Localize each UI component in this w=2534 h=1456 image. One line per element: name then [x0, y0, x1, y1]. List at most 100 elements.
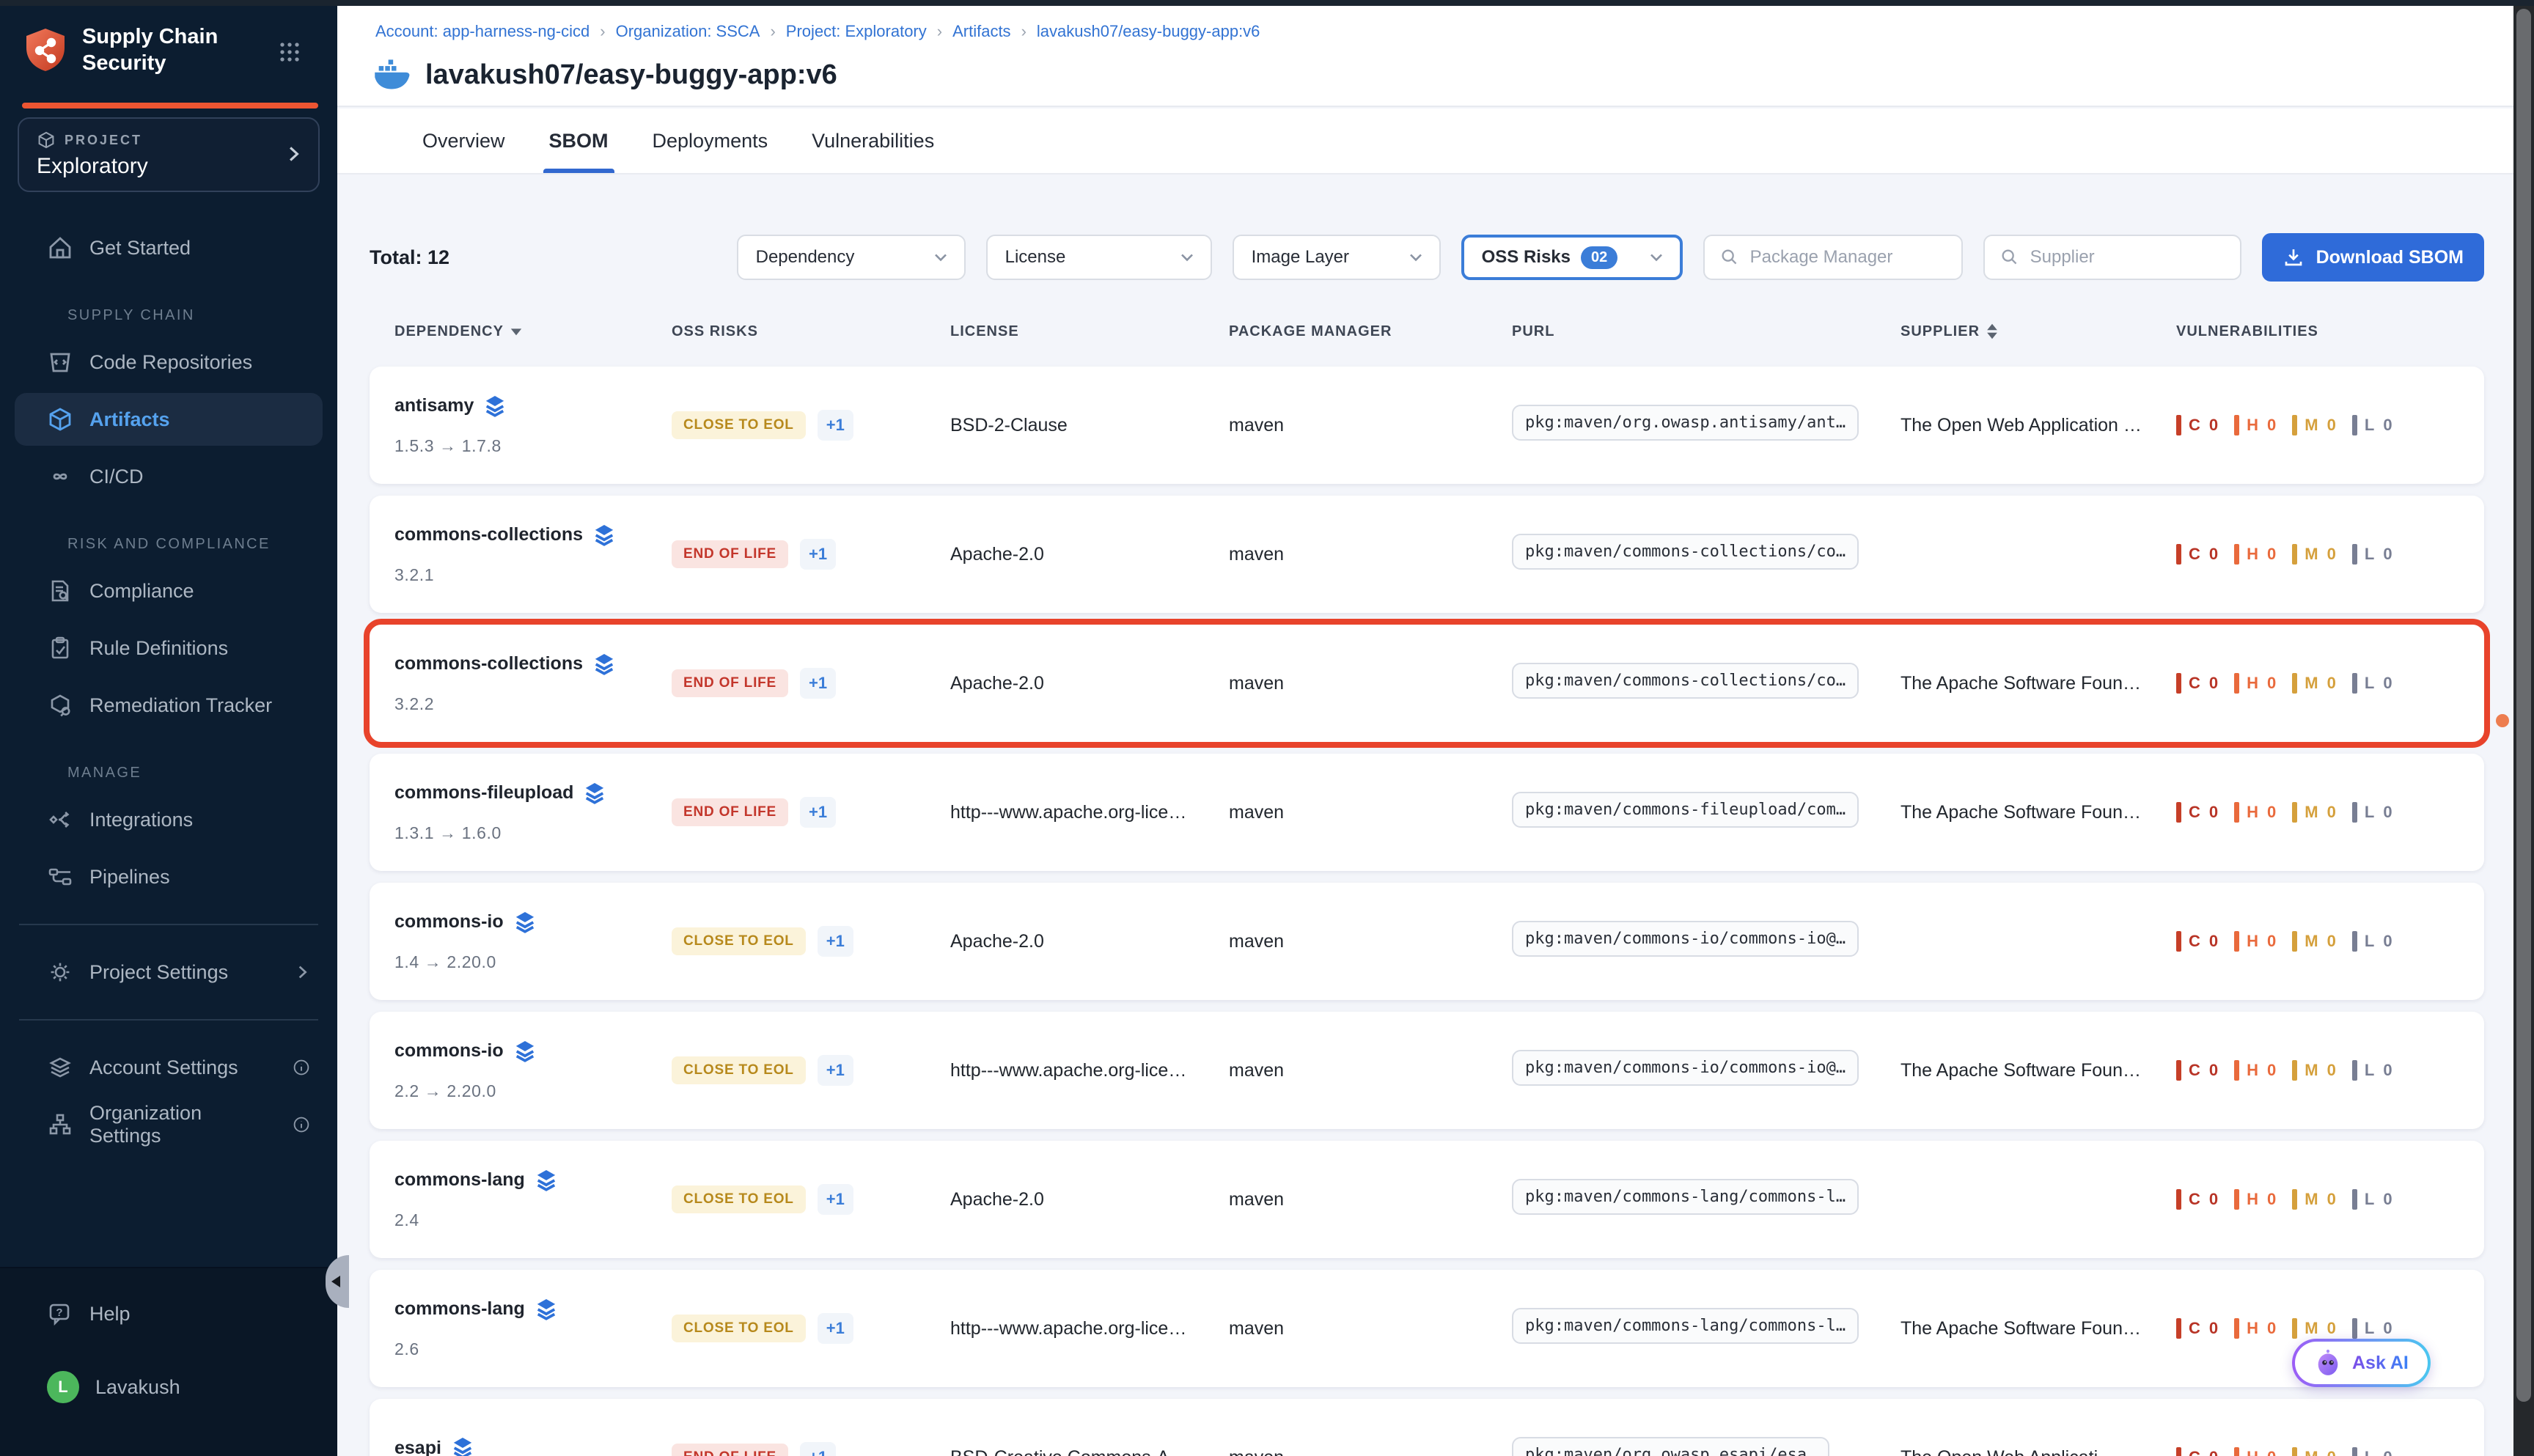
- risk-badge[interactable]: END OF LIFE: [672, 669, 788, 697]
- breadcrumb-artifacts[interactable]: Artifacts: [952, 22, 1010, 41]
- risk-more-chip[interactable]: +1: [800, 539, 836, 570]
- supplier-search[interactable]: [1983, 235, 2241, 280]
- ask-ai-button[interactable]: Ask AI: [2292, 1339, 2431, 1387]
- risk-badge[interactable]: CLOSE TO EOL: [672, 927, 806, 955]
- risk-badge[interactable]: CLOSE TO EOL: [672, 1185, 806, 1213]
- user-menu[interactable]: L Lavakush: [15, 1361, 323, 1413]
- breadcrumb-project[interactable]: Project: Exploratory: [786, 22, 927, 41]
- risk-badge[interactable]: CLOSE TO EOL: [672, 1315, 806, 1342]
- sidebar-item-label: Help: [89, 1303, 131, 1326]
- risk-more-chip[interactable]: +1: [818, 1313, 853, 1344]
- purl-value[interactable]: pkg:maven/commons-collections/co…: [1512, 663, 1859, 699]
- layers-stack-icon: [584, 782, 606, 804]
- table-row[interactable]: commons-fileupload 1.3.1 → 1.6.0 END OF …: [370, 754, 2484, 871]
- purl-value[interactable]: pkg:maven/commons-fileupload/com…: [1512, 792, 1859, 828]
- risk-more-chip[interactable]: +1: [818, 410, 853, 441]
- select-value: License: [1005, 247, 1066, 268]
- column-header-license[interactable]: LICENSE: [950, 323, 1229, 340]
- table-row[interactable]: commons-lang 2.4 CLOSE TO EOL +1 Apache: [370, 1141, 2484, 1258]
- download-sbom-button[interactable]: Download SBOM: [2262, 233, 2484, 282]
- sidebar-item-remediation-tracker[interactable]: Remediation Tracker: [15, 679, 323, 732]
- sidebar-item-project-settings[interactable]: Project Settings: [15, 946, 323, 999]
- sidebar-item-account-settings[interactable]: Account Settings: [15, 1041, 323, 1094]
- table-row[interactable]: commons-lang 2.6 CLOSE TO EOL +1 http--: [370, 1270, 2484, 1387]
- sidebar-item-pipelines[interactable]: Pipelines: [15, 850, 323, 903]
- annotation-dot: [2496, 714, 2509, 727]
- sidebar-item-code-repositories[interactable]: Code Repositories: [15, 336, 323, 389]
- sidebar-item-compliance[interactable]: Compliance: [15, 565, 323, 617]
- scrollbar-thumb[interactable]: [2516, 9, 2531, 1402]
- low-count: L0: [2352, 1447, 2394, 1456]
- project-selector[interactable]: PROJECT Exploratory: [18, 117, 320, 192]
- sidebar-item-get-started[interactable]: Get Started: [15, 221, 323, 274]
- tab-vulnerabilities[interactable]: Vulnerabilities: [812, 109, 934, 173]
- risk-badge[interactable]: END OF LIFE: [672, 540, 788, 568]
- purl-value[interactable]: pkg:maven/commons-io/commons-io@…: [1512, 1050, 1859, 1086]
- scrollbar-track[interactable]: [2513, 0, 2534, 1456]
- breadcrumb-account[interactable]: Account: app-harness-ng-cicd: [375, 22, 590, 41]
- package-manager-search-input[interactable]: [1750, 247, 1947, 268]
- table-row[interactable]: esapi END OF LIFE +1 BSD-Creative Comm: [370, 1399, 2484, 1456]
- critical-count: C0: [2176, 802, 2219, 823]
- dependency-cell: esapi: [394, 1437, 672, 1456]
- dependency-cell: commons-io 1.4 → 2.20.0: [394, 911, 672, 972]
- high-count: H0: [2234, 802, 2277, 823]
- table-row[interactable]: antisamy 1.5.3 → 1.7.8 CLOSE TO EOL +1: [370, 367, 2484, 484]
- app-logo[interactable]: Supply Chain Security: [23, 23, 218, 76]
- risk-badge[interactable]: CLOSE TO EOL: [672, 411, 806, 439]
- table-row[interactable]: commons-io 2.2 → 2.20.0 CLOSE TO EOL +1: [370, 1012, 2484, 1129]
- column-header-vulnerabilities[interactable]: VULNERABILITIES: [2176, 323, 2461, 340]
- apps-grid-icon[interactable]: [279, 41, 301, 63]
- sidebar-item-cicd[interactable]: CI/CD: [15, 450, 323, 503]
- purl-value[interactable]: pkg:maven/commons-collections/co…: [1512, 534, 1859, 570]
- dependency-filter-select[interactable]: Dependency: [737, 235, 966, 280]
- breadcrumb: Account: app-harness-ng-cicd› Organizati…: [375, 22, 1260, 41]
- risk-more-chip[interactable]: +1: [818, 926, 853, 957]
- breadcrumb-artifact-name[interactable]: lavakush07/easy-buggy-app:v6: [1037, 22, 1260, 41]
- column-header-purl[interactable]: PURL: [1512, 323, 1900, 340]
- supplier-search-input[interactable]: [2030, 247, 2225, 268]
- package-manager-search[interactable]: [1703, 235, 1963, 280]
- table-row[interactable]: commons-collections 3.2.1 END OF LIFE +1: [370, 496, 2484, 613]
- tab-deployments[interactable]: Deployments: [653, 109, 768, 173]
- risk-more-chip[interactable]: +1: [818, 1184, 853, 1215]
- risk-badge[interactable]: END OF LIFE: [672, 798, 788, 826]
- risk-badge[interactable]: END OF LIFE: [672, 1444, 788, 1456]
- column-header-supplier[interactable]: SUPPLIER: [1900, 323, 2176, 340]
- risk-badge[interactable]: CLOSE TO EOL: [672, 1056, 806, 1084]
- purl-value[interactable]: pkg:maven/org.owasp.antisamy/ant…: [1512, 405, 1859, 441]
- sidebar-item-help[interactable]: ? Help: [15, 1287, 323, 1340]
- purl-cell: pkg:maven/commons-io/commons-io@…: [1512, 921, 1900, 963]
- sidebar-item-artifacts[interactable]: Artifacts: [15, 393, 323, 446]
- purl-value[interactable]: pkg:maven/commons-io/commons-io@…: [1512, 921, 1859, 957]
- column-header-oss-risks[interactable]: OSS RISKS: [672, 323, 950, 340]
- purl-value[interactable]: pkg:maven/commons-lang/commons-l…: [1512, 1308, 1859, 1344]
- risk-more-chip[interactable]: +1: [800, 1442, 836, 1456]
- info-icon[interactable]: [292, 1058, 311, 1077]
- info-icon[interactable]: [292, 1115, 311, 1134]
- tab-sbom[interactable]: SBOM: [549, 109, 609, 173]
- sidebar-item-organization-settings[interactable]: Organization Settings: [15, 1098, 323, 1151]
- table-row[interactable]: commons-collections 3.2.2 END OF LIFE +1: [370, 625, 2484, 742]
- tab-overview[interactable]: Overview: [422, 109, 505, 173]
- risk-more-chip[interactable]: +1: [800, 797, 836, 828]
- risk-more-chip[interactable]: +1: [818, 1055, 853, 1086]
- risk-more-chip[interactable]: +1: [800, 668, 836, 699]
- vulnerabilities-cell: C0 H0 M0 L0: [2176, 415, 2461, 435]
- package-manager-cell: maven: [1229, 673, 1512, 694]
- table-row[interactable]: commons-io 1.4 → 2.20.0 CLOSE TO EOL +1: [370, 883, 2484, 1000]
- license-filter-select[interactable]: License: [986, 235, 1212, 280]
- license-cell: BSD-2-Clause: [950, 415, 1229, 436]
- column-header-package-manager[interactable]: PACKAGE MANAGER: [1229, 323, 1512, 340]
- sidebar-item-rule-definitions[interactable]: Rule Definitions: [15, 622, 323, 674]
- app-window: Supply Chain Security PROJECT Explorator…: [0, 0, 2534, 1456]
- image-layer-filter-select[interactable]: Image Layer: [1233, 235, 1441, 280]
- oss-risks-filter-select[interactable]: OSS Risks 02: [1461, 235, 1683, 280]
- license-cell: BSD-Creative Commons-A…: [950, 1447, 1229, 1456]
- purl-value[interactable]: pkg:maven/commons-lang/commons-l…: [1512, 1179, 1859, 1215]
- column-header-dependency[interactable]: DEPENDENCY: [394, 323, 672, 340]
- breadcrumb-organization[interactable]: Organization: SSCA: [616, 22, 760, 41]
- high-count: H0: [2234, 544, 2277, 565]
- sidebar-item-integrations[interactable]: Integrations: [15, 793, 323, 846]
- purl-value[interactable]: pkg:maven/org.owasp.esapi/esa…: [1512, 1437, 1829, 1456]
